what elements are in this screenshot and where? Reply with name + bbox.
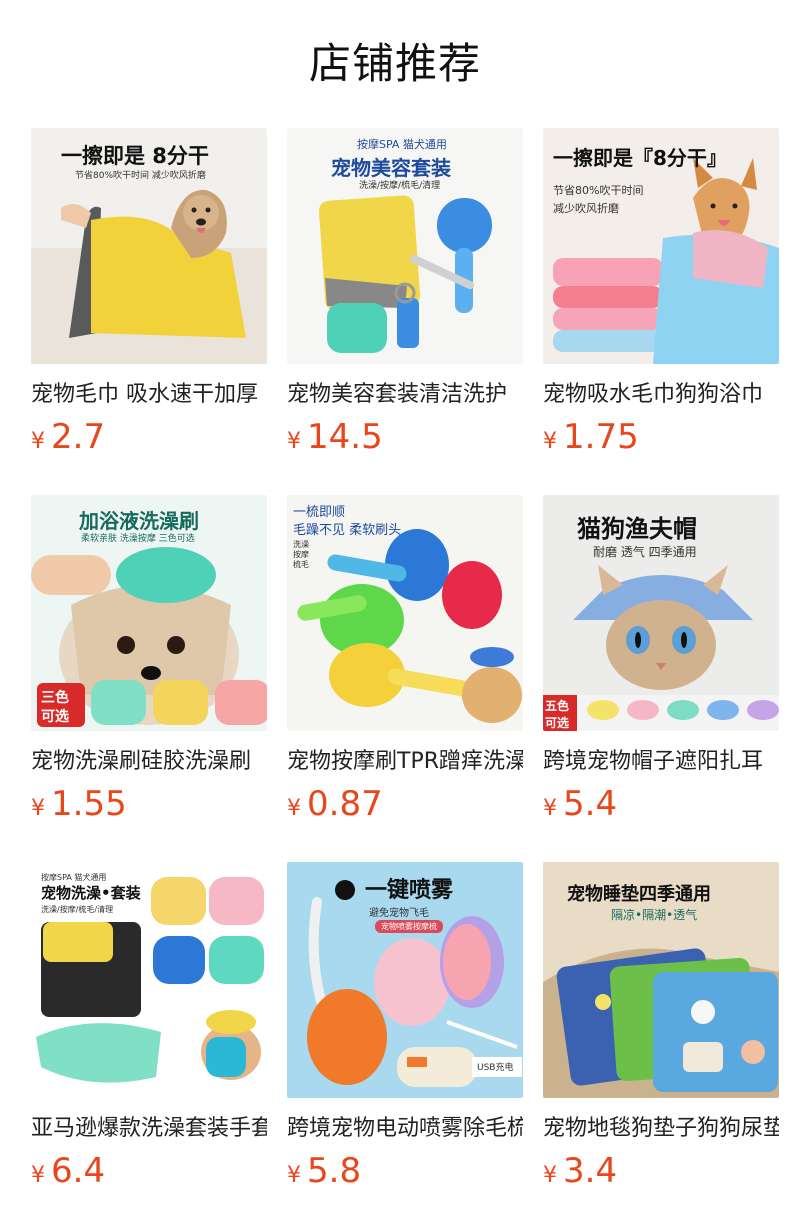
product-title[interactable]: 宠物毛巾 吸水速干加厚	[31, 378, 267, 412]
product-price: ¥5.8	[287, 1152, 523, 1190]
image-headline: 一键喷雾	[365, 878, 454, 903]
spray-comb-image[interactable]: 一键喷雾 避免宠物飞毛 宠物喷雾按摩梳 USB充电	[287, 862, 523, 1098]
image-subtext: 洗澡/按摩/梳毛/清理	[359, 181, 441, 191]
price-value: 1.55	[51, 784, 127, 824]
price-value: 14.5	[307, 417, 383, 457]
product-card[interactable]: 猫狗渔夫帽 耐磨 透气 四季通用 五色 可选 跨境宠物帽子遮阳扎耳 ¥5.4	[543, 495, 779, 823]
image-headline: 宠物洗澡•套装	[41, 884, 141, 902]
bath-brush-image[interactable]: 加浴液洗澡刷 柔软亲肤 洗澡按摩 三色可选 三色 可选	[31, 495, 267, 731]
currency-symbol: ¥	[543, 796, 557, 821]
image-subtext: 洗澡/按摩/梳毛/清理	[41, 905, 114, 914]
price-value: 2.7	[51, 417, 106, 457]
product-card[interactable]: 一擦即是『8分干』 节省80%吹干时间 减少吹风折磨 宠物吸水毛巾狗狗浴巾 ¥1…	[543, 128, 779, 456]
image-tag: 宠物喷雾按摩梳	[375, 920, 443, 933]
price-value: 5.4	[563, 784, 618, 824]
image-subtext: 毛躁不见 柔软刷头	[293, 523, 402, 538]
product-price: ¥0.87	[287, 785, 523, 823]
image-feature: 梳毛	[293, 560, 309, 569]
product-card[interactable]: 一梳即顺 毛躁不见 柔软刷头 洗澡 按摩 梳毛 宠物按摩刷TPR蹭痒洗澡 ¥0.…	[287, 495, 523, 823]
pet-mat-image[interactable]: 宠物睡垫四季通用 隔凉•隔潮•透气	[543, 862, 779, 1098]
image-subtext: 隔凉•隔潮•透气	[611, 908, 698, 922]
product-title[interactable]: 宠物洗澡刷硅胶洗澡刷	[31, 745, 267, 779]
cat-hat-image[interactable]: 猫狗渔夫帽 耐磨 透气 四季通用 五色 可选	[543, 495, 779, 731]
image-subtext: 节省80%吹干时间	[553, 184, 644, 197]
currency-symbol: ¥	[31, 429, 45, 454]
page-title: 店铺推荐	[308, 39, 481, 88]
corgi-towels-image[interactable]: 一擦即是『8分干』 节省80%吹干时间 减少吹风折磨	[543, 128, 779, 364]
product-price: ¥1.55	[31, 785, 267, 823]
currency-symbol: ¥	[287, 429, 301, 454]
image-top-text: 按摩SPA 猫犬通用	[357, 138, 447, 151]
badge-text: 可选	[545, 716, 570, 730]
dog-towel-image[interactable]: 一擦即是 8分干 节省80%吹干时间 减少吹风折磨	[31, 128, 267, 364]
product-price: ¥6.4	[31, 1152, 267, 1190]
currency-symbol: ¥	[31, 1163, 45, 1188]
image-headline: 一擦即是 8分干	[61, 144, 209, 168]
image-headline: 宠物睡垫四季通用	[567, 884, 711, 905]
grooming-kit-image[interactable]: 按摩SPA 猫犬通用 宠物美容套装 洗澡/按摩/梳毛/清理	[287, 128, 523, 364]
product-title[interactable]: 宠物美容套装清洁洗护	[287, 378, 523, 412]
product-title[interactable]: 宠物按摩刷TPR蹭痒洗澡	[287, 745, 523, 779]
badge-text: 可选	[41, 709, 69, 725]
currency-symbol: ¥	[543, 429, 557, 454]
price-value: 0.87	[307, 784, 383, 824]
product-card[interactable]: 按摩SPA 猫犬通用 宠物美容套装 洗澡/按摩/梳毛/清理 宠物美容套装清洁洗护…	[287, 128, 523, 456]
image-headline: 一擦即是『8分干』	[553, 146, 727, 170]
product-price: ¥3.4	[543, 1152, 779, 1190]
product-price: ¥1.75	[543, 418, 779, 456]
product-title[interactable]: 宠物地毯狗垫子狗狗尿垫	[543, 1112, 779, 1146]
usb-label: USB充电	[477, 1063, 514, 1073]
image-subtext: 柔软亲肤 洗澡按摩 三色可选	[81, 534, 195, 544]
image-headline: 宠物美容套装	[331, 156, 451, 180]
badge-text: 五色	[545, 699, 570, 713]
image-subtext: 耐磨 透气 四季通用	[593, 545, 697, 559]
image-headline: 加浴液洗澡刷	[79, 509, 199, 533]
product-title[interactable]: 跨境宠物帽子遮阳扎耳	[543, 745, 779, 779]
product-price: ¥5.4	[543, 785, 779, 823]
currency-symbol: ¥	[543, 1163, 557, 1188]
price-value: 1.75	[563, 417, 639, 457]
tpr-brush-image[interactable]: 一梳即顺 毛躁不见 柔软刷头 洗澡 按摩 梳毛	[287, 495, 523, 731]
product-card[interactable]: 一擦即是 8分干 节省80%吹干时间 减少吹风折磨 宠物毛巾 吸水速干加厚 ¥2…	[31, 128, 267, 456]
product-title[interactable]: 亚马逊爆款洗澡套装手套	[31, 1112, 267, 1146]
image-headline: 猫狗渔夫帽	[577, 515, 697, 543]
product-price: ¥14.5	[287, 418, 523, 456]
image-subtext: 节省80%吹干时间 减少吹风折磨	[75, 171, 206, 181]
product-card[interactable]: 按摩SPA 猫犬通用 宠物洗澡•套装 洗澡/按摩/梳毛/清理 亚马逊爆款洗澡套装…	[31, 862, 267, 1190]
product-price: ¥2.7	[31, 418, 267, 456]
product-card[interactable]: 宠物睡垫四季通用 隔凉•隔潮•透气 宠物地毯狗垫子狗狗尿垫 ¥3.4	[543, 862, 779, 1190]
product-card[interactable]: 一键喷雾 避免宠物飞毛 宠物喷雾按摩梳 USB充电 跨境宠物电动喷雾除毛梳 ¥5…	[287, 862, 523, 1190]
currency-symbol: ¥	[31, 796, 45, 821]
image-headline: 一梳即顺	[293, 505, 346, 520]
price-value: 6.4	[51, 1151, 106, 1191]
image-subtext: 避免宠物飞毛	[369, 908, 429, 919]
product-title[interactable]: 跨境宠物电动喷雾除毛梳	[287, 1112, 523, 1146]
currency-symbol: ¥	[287, 1163, 301, 1188]
price-value: 5.8	[307, 1151, 362, 1191]
image-subtext: 减少吹风折磨	[553, 202, 619, 215]
product-card[interactable]: 加浴液洗澡刷 柔软亲肤 洗澡按摩 三色可选 三色 可选 宠物洗澡刷硅胶洗澡刷 ¥…	[31, 495, 267, 823]
bath-set-image[interactable]: 按摩SPA 猫犬通用 宠物洗澡•套装 洗澡/按摩/梳毛/清理	[31, 862, 267, 1098]
badge-text: 三色	[41, 690, 69, 706]
price-value: 3.4	[563, 1151, 618, 1191]
currency-symbol: ¥	[287, 796, 301, 821]
product-title[interactable]: 宠物吸水毛巾狗狗浴巾	[543, 378, 779, 412]
